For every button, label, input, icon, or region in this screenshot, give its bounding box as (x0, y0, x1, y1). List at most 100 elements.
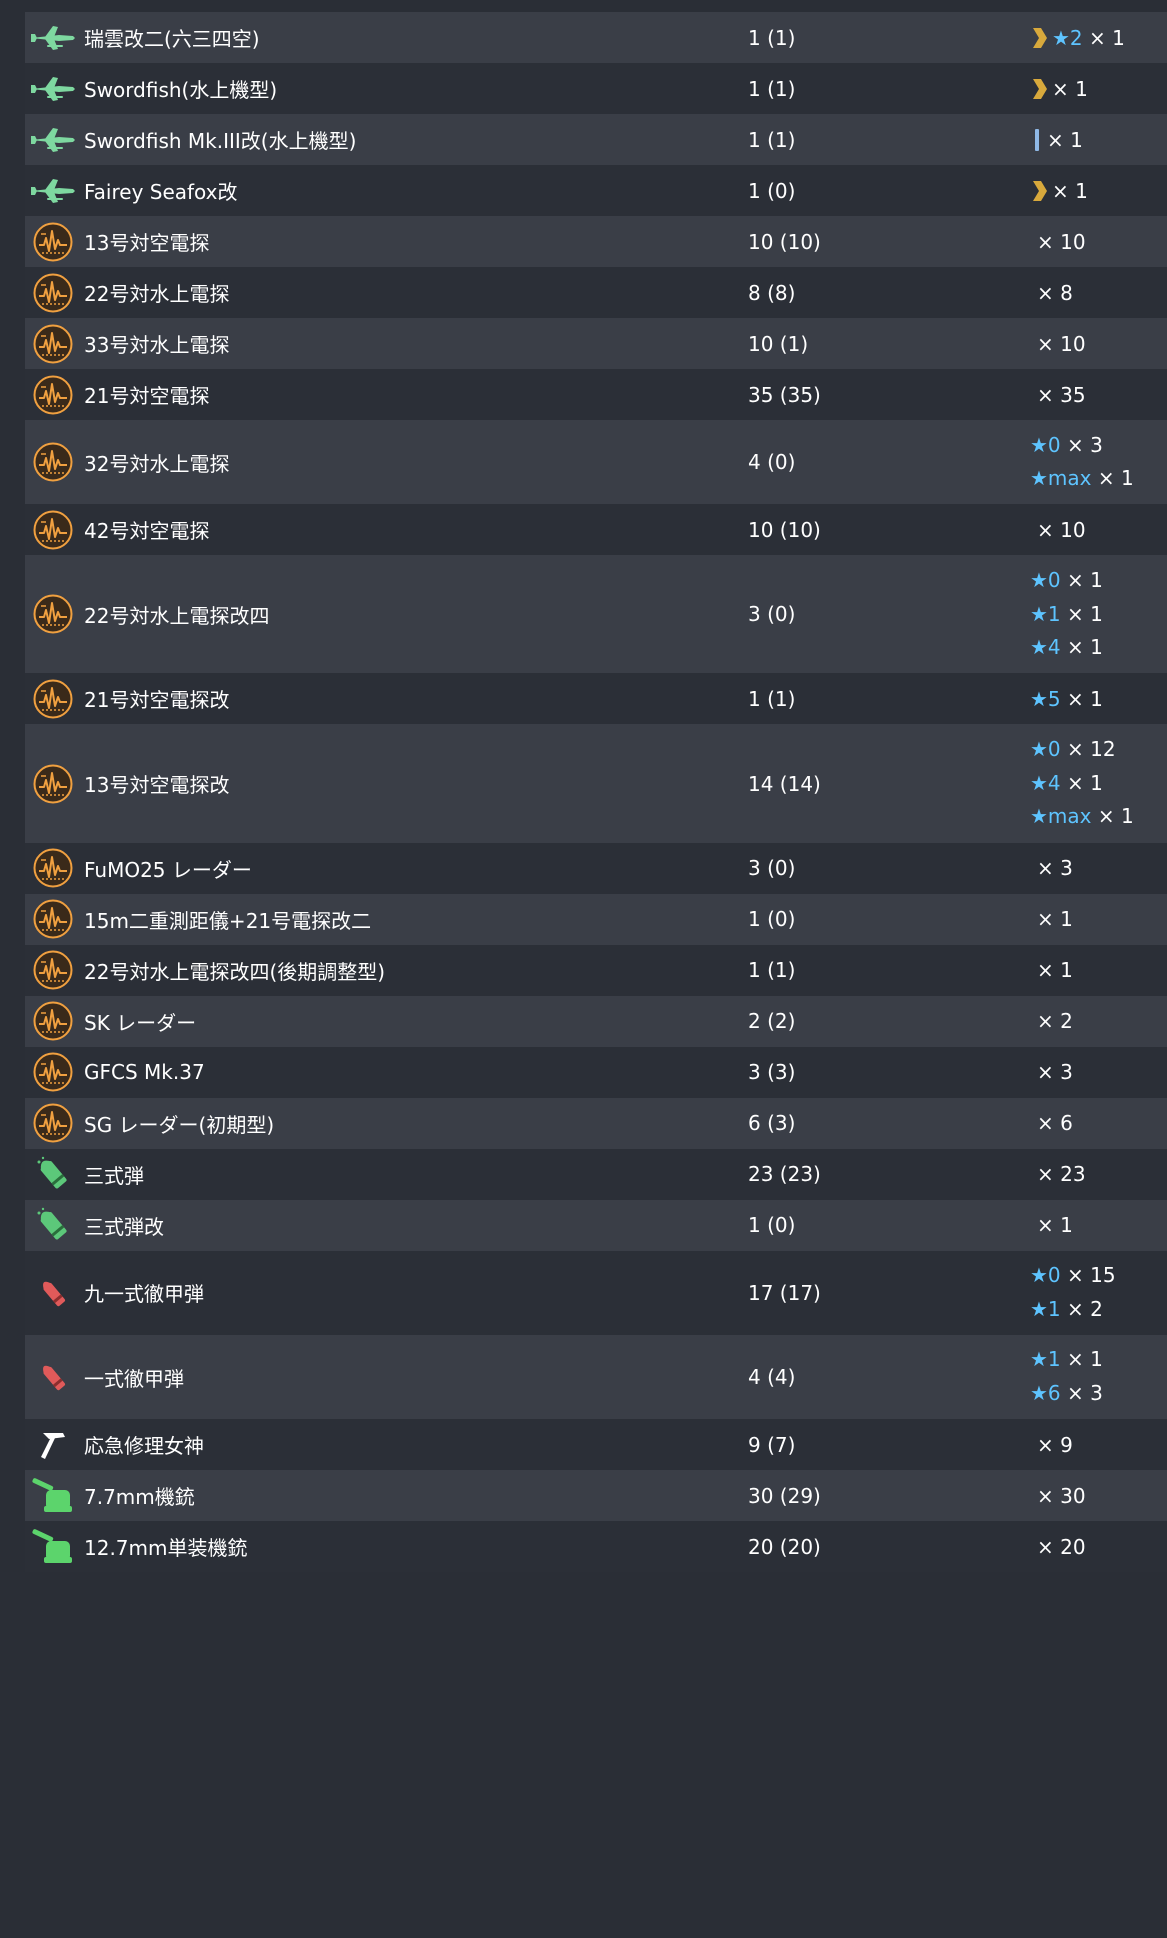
equipment-row[interactable]: SG レーダー(初期型) 6 (3) × 6 (25, 1097, 1167, 1149)
quantity: × 10 (1037, 229, 1086, 254)
radar-icon (28, 848, 78, 888)
equipment-count: 4 (0) (748, 450, 796, 475)
equipment-count: 4 (4) (748, 1365, 796, 1390)
equipment-row[interactable]: 応急修理女神 9 (7) × 9 (25, 1419, 1167, 1471)
improvement-breakdown: × 1 (1030, 949, 1073, 991)
improvement-breakdown: × 1 (1030, 1204, 1073, 1246)
improvement-breakdown: × 6 (1030, 1102, 1073, 1144)
improvement-level-item: × 30 (1030, 1475, 1086, 1517)
improvement-level-item: × 10 (1030, 509, 1086, 551)
proficiency-bar-icon (1035, 128, 1039, 151)
equipment-row[interactable]: 42号対空電探 10 (10) × 10 (25, 504, 1167, 556)
equipment-name: 三式弾 (84, 1163, 144, 1188)
equipment-row[interactable]: SK レーダー 2 (2) × 2 (25, 995, 1167, 1047)
improvement-star: ★4 (1030, 635, 1061, 660)
equipment-row[interactable]: GFCS Mk.37 3 (3) × 3 (25, 1046, 1167, 1098)
equipment-row[interactable]: 7.7mm機銃 30 (29) × 30 (25, 1470, 1167, 1522)
equipment-row[interactable]: 一式徹甲弾 4 (4) ★1 × 1 ★6 × 3 (25, 1334, 1167, 1420)
equipment-count: 35 (35) (748, 382, 821, 407)
equipment-row[interactable]: 33号対水上電探 10 (1) × 10 (25, 318, 1167, 369)
radar-icon (28, 324, 78, 364)
radar-icon (28, 375, 78, 415)
equipment-row[interactable]: Swordfish(水上機型) 1 (1) × 1 (25, 63, 1167, 114)
improvement-star: ★max (1030, 466, 1092, 491)
improvement-star: ★2 (1052, 25, 1083, 50)
equipment-row[interactable]: 15m二重測距儀+21号電探改二 1 (0) × 1 (25, 893, 1167, 945)
improvement-level-item: ★4 × 1 (1030, 631, 1103, 665)
improvement-star: ★0 (1030, 432, 1061, 457)
equipment-row[interactable]: Swordfish Mk.III改(水上機型) 1 (1) × 1 (25, 114, 1167, 165)
improvement-level-item: × 1 (1030, 68, 1088, 110)
equipment-row[interactable]: 22号対水上電探改四 3 (0) ★0 × 1 ★1 × 1 ★4 × 1 (25, 555, 1167, 674)
radar-icon (28, 950, 78, 990)
improvement-level-item: ★5 × 1 (1030, 678, 1103, 720)
equipment-count: 1 (1) (748, 686, 796, 711)
improvement-breakdown: ★1 × 1 ★6 × 3 (1030, 1343, 1103, 1410)
improvement-breakdown: × 30 (1030, 1475, 1086, 1517)
equipment-row[interactable]: 三式弾改 1 (0) × 1 (25, 1199, 1167, 1251)
radar-icon (28, 1103, 78, 1143)
improvement-level-item: ★1 × 1 (1030, 1343, 1103, 1377)
improvement-level-item: × 1 (1030, 1204, 1073, 1246)
equipment-count: 6 (3) (748, 1111, 796, 1136)
improvement-level-item: × 3 (1030, 847, 1073, 889)
equipment-name: 42号対空電探 (84, 519, 210, 544)
improvement-star: ★0 (1030, 567, 1061, 592)
equipment-row[interactable]: 13号対空電探 10 (10) × 10 (25, 216, 1167, 267)
equipment-row[interactable]: 22号対水上電探改四(後期調整型) 1 (1) × 1 (25, 944, 1167, 996)
equipment-row[interactable]: 21号対空電探 35 (35) × 35 (25, 369, 1167, 420)
equipment-row[interactable]: 13号対空電探改 14 (14) ★0 × 12 ★4 × 1 ★max × 1 (25, 724, 1167, 843)
equipment-row[interactable]: 瑞雲改二(六三四空) 1 (1) ★2 × 1 (25, 12, 1167, 63)
quantity: × 9 (1037, 1432, 1073, 1457)
equipment-name: GFCS Mk.37 (84, 1060, 205, 1085)
improvement-level-item: × 23 (1030, 1153, 1086, 1195)
equipment-name: 33号対水上電探 (84, 333, 230, 357)
equipment-count: 14 (14) (748, 771, 821, 796)
quantity: × 1 (1047, 127, 1083, 152)
quantity: × 8 (1037, 280, 1073, 305)
improvement-level-item: ★0 × 12 (1030, 733, 1134, 767)
quantity: × 6 (1037, 1111, 1073, 1136)
radar-icon (28, 222, 78, 262)
equipment-name: 三式弾改 (84, 1214, 164, 1239)
equipment-name: FuMO25 レーダー (84, 857, 252, 882)
quantity: × 3 (1037, 1060, 1073, 1085)
improvement-level-item: × 35 (1030, 374, 1086, 416)
improvement-breakdown: ★0 × 12 ★4 × 1 ★max × 1 (1030, 733, 1134, 834)
ap-shell-icon (28, 1273, 78, 1313)
equipment-row[interactable]: FuMO25 レーダー 3 (0) × 3 (25, 842, 1167, 894)
equipment-row[interactable]: 22号対水上電探 8 (8) × 8 (25, 267, 1167, 318)
proficiency-chevron-icon (1030, 26, 1052, 50)
radar-icon (28, 1052, 78, 1092)
equipment-name: 12.7mm単装機銃 (84, 1536, 248, 1561)
improvement-level-item: × 8 (1030, 272, 1073, 314)
equipment-row[interactable]: 九一式徹甲弾 17 (17) ★0 × 15 ★1 × 2 (25, 1250, 1167, 1335)
improvement-star: ★6 (1030, 1381, 1061, 1406)
quantity: × 2 (1067, 1296, 1103, 1321)
quantity: × 2 (1037, 1009, 1073, 1034)
equipment-row[interactable]: 21号対空電探改 1 (1) ★5 × 1 (25, 673, 1167, 725)
equipment-row[interactable]: 12.7mm単装機銃 20 (20) × 20 (25, 1521, 1167, 1573)
equipment-name: SK レーダー (84, 1010, 197, 1035)
equipment-count: 10 (1) (748, 331, 809, 356)
quantity: × 10 (1037, 517, 1086, 542)
equipment-row[interactable]: Fairey Seafox改 1 (0) × 1 (25, 165, 1167, 216)
proficiency-chevron-icon (1030, 77, 1052, 101)
improvement-level-item: × 2 (1030, 1000, 1073, 1042)
seaplane-icon (28, 69, 78, 109)
ap-shell-icon (28, 1357, 78, 1397)
quantity: × 12 (1067, 737, 1116, 761)
improvement-level-item: × 10 (1030, 221, 1086, 263)
radar-icon (28, 899, 78, 939)
equipment-row[interactable]: 32号対水上電探 4 (0) ★0 × 3 ★max × 1 (25, 420, 1167, 505)
improvement-breakdown: × 35 (1030, 374, 1086, 416)
improvement-star: ★0 (1030, 737, 1061, 761)
equipment-count: 9 (7) (748, 1432, 796, 1457)
quantity: × 20 (1037, 1534, 1086, 1559)
improvement-star: ★1 (1030, 1347, 1061, 1372)
improvement-level-item: × 3 (1030, 1051, 1073, 1093)
equipment-name: 一式徹甲弾 (84, 1366, 184, 1391)
equipment-row[interactable]: 三式弾 23 (23) × 23 (25, 1148, 1167, 1200)
radar-icon (28, 679, 78, 719)
improvement-breakdown: ★5 × 1 (1030, 678, 1103, 720)
